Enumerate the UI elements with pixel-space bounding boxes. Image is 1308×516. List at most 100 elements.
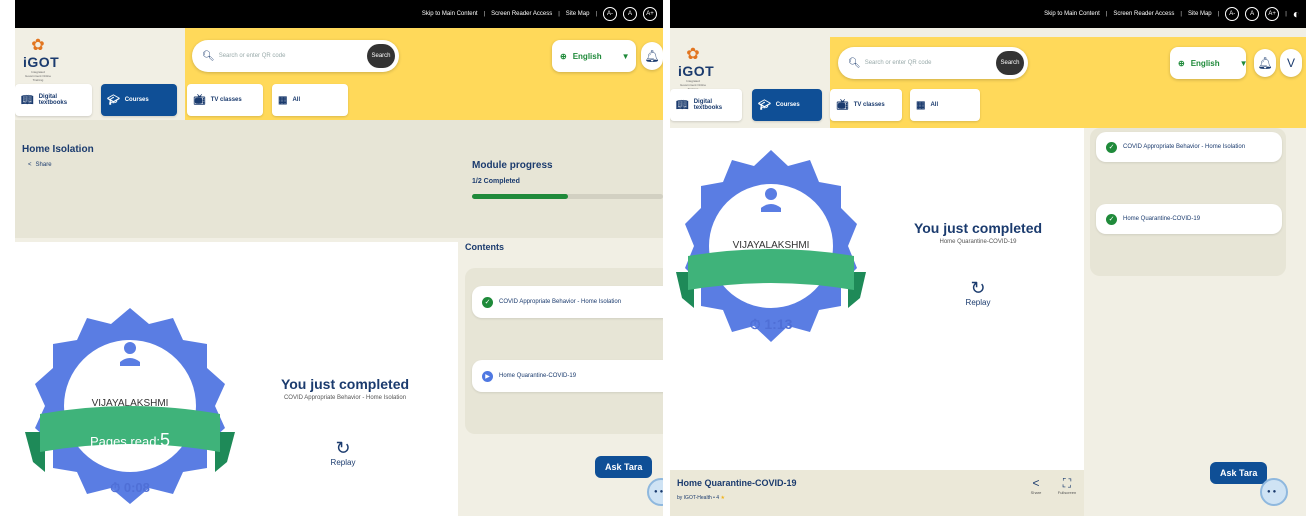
tv-icon: 📺︎ [193,94,206,106]
nav-digital-textbooks[interactable]: 📖︎ Digital textbooks [15,84,92,116]
pages-read: Pages read:5 [75,430,185,451]
nav-label: Courses [124,97,149,103]
player-byline: by IGOT-Health • 4 ★ [677,495,725,501]
completion-message: You just completed COVID Appropriate Beh… [255,376,435,401]
search-input[interactable]: Search or enter QR code [865,60,996,66]
module-progress-label: Module progress [472,160,553,171]
nav-label: TV classes [853,102,885,108]
player-author: by IGOT-Health [677,495,712,501]
logo-text: iGOT [678,63,715,79]
accessibility-bar: Skip to Main Content | Screen Reader Acce… [670,0,1306,28]
site-map-link[interactable]: Site Map [566,11,590,17]
player-share-button[interactable]: < Share [1026,476,1046,495]
font-normal-button[interactable]: A [1245,7,1260,21]
completion-card: VIJAYALAKSHMI ⏱︎ 1:13 You just completed… [670,128,1084,470]
logo-tagline: Integrated Government Online Training [24,70,51,82]
nav-courses[interactable]: 🎓︎ Courses [101,84,177,116]
fullscreen-icon: ⛶ [1062,476,1072,490]
content-item-label: Home Quarantine-COVID-19 [499,373,577,379]
star-icon: ★ [720,495,725,501]
pages-read-label: Pages read: [89,434,161,449]
nav-tv-classes[interactable]: 📺︎ TV classes [830,89,902,121]
contents-panel: ✓ COVID Appropriate Behavior - Home Isol… [1090,128,1286,276]
site-map-link[interactable]: Site Map [1188,11,1212,17]
nav-label: All [292,97,301,103]
search-input[interactable]: Search or enter QR code [219,53,367,59]
search-box: 🔍︎ Search or enter QR code Search [192,40,399,72]
bell-icon[interactable]: 🔔︎ [641,42,663,70]
player-fullscreen-button[interactable]: ⛶ Fullscreen [1054,476,1080,495]
book-icon: 📖︎ [21,94,34,106]
content-item-label: COVID Appropriate Behavior - Home Isolat… [1123,144,1246,150]
time-spent: ⏱︎ 1:13 [731,316,811,333]
nav-tv-classes[interactable]: 📺︎ TV classes [187,84,263,116]
page-title: Home Isolation [22,144,94,155]
share-link[interactable]: < Share [28,162,52,168]
completion-subtitle: Home Quarantine-COVID-19 [939,239,1017,245]
content-item-label: COVID Appropriate Behavior - Home Isolat… [499,299,622,305]
user-avatar[interactable]: V [1280,49,1302,77]
content-item[interactable]: ▶ Home Quarantine-COVID-19 [472,360,663,392]
replay-button[interactable]: ↻ Replay [958,278,998,307]
contrast-toggle-icon[interactable]: ◐ [1293,7,1300,21]
font-normal-button[interactable]: A [623,7,637,21]
search-icon: 🔍︎ [202,50,215,62]
language-select[interactable]: ⊕ English ▼ [1170,47,1248,79]
search-box: 🔍︎ Search or enter QR code Search [838,47,1028,79]
ask-tara-button[interactable]: Ask Tara [595,456,653,478]
nav-label: Courses [775,102,800,108]
replay-icon: ↻ [970,278,986,298]
ask-tara-button[interactable]: Ask Tara [1210,462,1268,484]
nav-all[interactable]: ▦ All [910,89,980,121]
completion-card: VIJAYALAKSHMI Pages read:5 ⏱︎ 0:08 You j… [15,242,458,516]
igot-logo[interactable]: ✿ iGOT Integrated Government Online Trai… [678,47,715,92]
stopwatch-icon: ⏱︎ [749,316,761,332]
time-value: 0:08 [123,480,150,495]
site-header: ✿ iGOT Integrated Government Online Trai… [15,28,663,120]
search-icon: 🔍︎ [848,57,861,69]
content-item[interactable]: ✓ COVID Appropriate Behavior - Home Isol… [472,286,663,318]
chevron-down-icon: ▼ [1239,58,1248,68]
all-icon: ▦ [278,94,288,106]
nav-label: All [930,102,939,108]
language-select[interactable]: ⊕ English ▼ [552,40,636,72]
module-progress-bar [472,194,663,199]
font-increase-button[interactable]: A+ [1265,7,1280,21]
completion-heading: You just completed [913,220,1043,236]
left-screenshot-pane: Skip to Main Content | Screen Reader Acce… [15,0,663,516]
skip-link[interactable]: Skip to Main Content [422,11,478,17]
check-icon: ✓ [1106,141,1117,153]
font-increase-button[interactable]: A+ [643,7,657,21]
share-icon: < [1032,476,1040,490]
globe-icon: ⊕ [1178,58,1185,68]
nav-label: Digital textbooks [38,94,68,106]
accessibility-bar: Skip to Main Content | Screen Reader Acce… [15,0,663,28]
content-item[interactable]: ✓ COVID Appropriate Behavior - Home Isol… [1096,132,1282,162]
search-button[interactable]: Search [996,51,1024,75]
content-item-label: Home Quarantine-COVID-19 [1123,216,1201,222]
screen-reader-link[interactable]: Screen Reader Access [491,11,552,17]
font-decrease-button[interactable]: A- [603,7,617,21]
search-button[interactable]: Search [367,44,395,68]
nav-label: Digital textbooks [693,99,723,111]
nav-courses[interactable]: 🎓︎ Courses [752,89,822,121]
user-icon-head [765,188,777,200]
bell-icon[interactable]: 🔔︎ [1254,49,1276,77]
chatbot-avatar-icon[interactable]: ●● [1260,478,1288,506]
replay-button[interactable]: ↻ Replay [323,438,363,467]
share-icon: < [28,162,32,168]
skip-link[interactable]: Skip to Main Content [1044,11,1100,17]
completion-message: You just completed Home Quarantine-COVID… [898,220,1058,245]
font-decrease-button[interactable]: A- [1225,7,1240,21]
content-item[interactable]: ✓ Home Quarantine-COVID-19 [1096,204,1282,234]
chatbot-avatar-icon[interactable]: ●● [647,478,663,506]
stopwatch-icon: ⏱︎ [110,480,121,495]
play-icon: ▶ [482,370,493,382]
nav-all[interactable]: ▦ All [272,84,348,116]
site-header: ✿ iGOT Integrated Government Online Trai… [670,37,1306,128]
logo-emblem-icon: ✿ [31,37,45,54]
screen-reader-link[interactable]: Screen Reader Access [1113,11,1174,17]
replay-label: Replay [330,458,356,467]
igot-logo[interactable]: ✿ iGOT Integrated Government Online Trai… [23,37,59,83]
nav-digital-textbooks[interactable]: 📖︎ Digital textbooks [670,89,742,121]
